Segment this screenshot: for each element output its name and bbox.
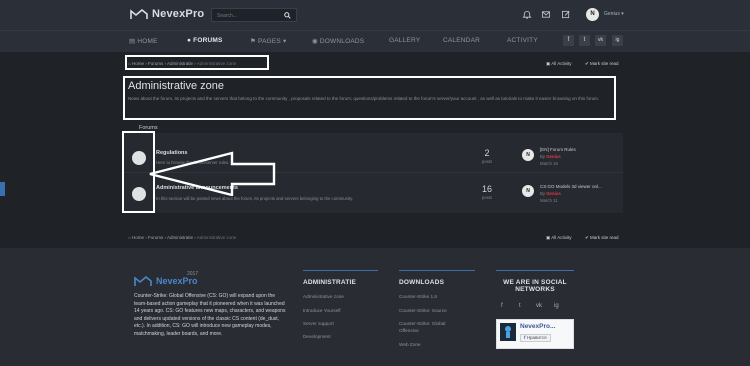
last-post-author: By Genius [540, 191, 561, 196]
breadcrumb-administratie[interactable]: Administratie [167, 235, 193, 240]
footer-logo-icon[interactable] [134, 276, 152, 287]
last-post-date: March 11 [540, 198, 558, 203]
page-thumbnail [500, 323, 516, 341]
breadcrumb-home[interactable]: Home [132, 61, 144, 66]
bell-icon[interactable] [522, 10, 532, 19]
footer-link[interactable]: Counter-Strike 1.6 [399, 294, 437, 300]
footer-facebook-icon[interactable]: f [501, 303, 503, 309]
breadcrumb-current: Administrative zone [196, 61, 237, 66]
column-accent-line [496, 270, 574, 271]
last-poster-avatar[interactable]: N [522, 149, 534, 161]
post-count: 16 [481, 184, 492, 194]
post-count-label: posts [481, 195, 493, 200]
pages-icon: ⚑ [250, 38, 257, 45]
column-accent-line [303, 270, 378, 271]
mark-site-read-link[interactable]: ✔ Mark site read [585, 235, 619, 241]
cs-logo-icon [505, 326, 511, 338]
breadcrumb-forums[interactable]: Forums [148, 61, 163, 66]
nav-downloads[interactable]: ◉ DOWNLOADS [312, 37, 364, 45]
breadcrumb-current: Administrative zone [196, 235, 237, 240]
breadcrumb-forums[interactable]: Forums [148, 235, 163, 240]
footer-twitter-icon[interactable]: t [519, 303, 521, 309]
footer-link[interactable]: Introduce Yourself [303, 308, 341, 314]
last-post-title[interactable]: CS:GO Models 3d viewer onl... [540, 184, 602, 189]
nav-calendar[interactable]: CALENDAR [443, 37, 480, 44]
home-icon: ▤ [129, 38, 136, 45]
annotation-arrow [149, 151, 276, 196]
breadcrumb-home[interactable]: Home [132, 235, 144, 240]
edit-icon[interactable] [561, 10, 571, 19]
breadcrumb-administratie[interactable]: Administratie [167, 61, 193, 66]
all-activity-link[interactable]: ▣ All Activity [546, 61, 572, 67]
footer-link[interactable]: Offensive [399, 328, 419, 334]
facebook-icon[interactable]: f [563, 35, 574, 46]
all-activity-link[interactable]: ▣ All Activity [546, 235, 572, 241]
check-icon: ✔ [585, 61, 589, 66]
brand-name[interactable]: NevexPro [152, 8, 204, 20]
last-post-user[interactable]: Genius [546, 154, 561, 159]
chevron-down-icon: ▾ [621, 11, 624, 17]
main-nav [0, 30, 750, 52]
post-count-label: posts [481, 159, 493, 164]
footer-vk-icon[interactable]: vk [536, 303, 542, 309]
footer-link[interactable]: Web Zone [399, 342, 421, 348]
facebook-like-widget[interactable]: NevexPro... f Нравится [496, 319, 574, 349]
page-description: News about the forum, its projects and t… [128, 96, 600, 101]
footer-link[interactable]: Counter-Strike: Global [399, 321, 445, 327]
check-icon: ✔ [585, 235, 589, 240]
comments-icon: ● [187, 37, 192, 44]
last-post-title[interactable]: [EN] Forum Rules [540, 147, 576, 152]
side-tab-handle[interactable] [0, 182, 5, 196]
footer-heading-downloads: DOWNLOADS [399, 279, 445, 286]
footer-link[interactable]: Counter-Strike: Source [399, 308, 447, 314]
instagram-icon[interactable]: ig [612, 35, 623, 46]
twitter-icon[interactable]: t [579, 35, 590, 46]
fb-page-title[interactable]: NevexPro... [520, 323, 555, 330]
top-header [0, 0, 750, 30]
download-icon: ◉ [312, 38, 318, 45]
last-post-author: By Genius [540, 154, 561, 159]
nav-pages[interactable]: ⚑ PAGES ▾ [250, 37, 286, 45]
footer-heading-social: WE ARE IN SOCIAL NETWORKS [503, 279, 567, 293]
footer-link[interactable]: Server support [303, 321, 334, 327]
last-post-user[interactable]: Genius [546, 191, 561, 196]
column-accent-line [399, 270, 475, 271]
home-icon: ⌂ [128, 235, 131, 240]
chevron-down-icon: ▾ [282, 38, 287, 45]
home-icon: ⌂ [128, 61, 131, 66]
user-avatar[interactable]: N [586, 8, 599, 21]
footer-year: 2017 [187, 271, 199, 277]
nav-gallery[interactable]: GALLERY [389, 37, 420, 44]
search-icon[interactable] [284, 12, 291, 19]
footer-link[interactable]: Development [303, 334, 331, 340]
footer-heading-administratie: ADMINISTRATIE [303, 279, 357, 286]
footer [0, 248, 750, 366]
footer-about-text: Counter-Strike: Global Offensive (CS: GO… [134, 293, 286, 337]
breadcrumb: ⌂ Home › Forums › Administratie › Admini… [128, 61, 237, 66]
footer-brand[interactable]: NevexPro [156, 276, 198, 286]
mail-icon[interactable] [541, 10, 551, 19]
nav-forums[interactable]: ● FORUMS [187, 37, 223, 44]
search-box[interactable] [211, 8, 297, 22]
footer-link[interactable]: Administrative zone [303, 294, 344, 300]
fb-like-button[interactable]: f Нравится [520, 334, 551, 342]
forum-description: In this section will be posted news abou… [156, 196, 354, 201]
vk-icon[interactable]: vk [595, 35, 606, 46]
nav-home[interactable]: ▤ HOME [129, 37, 158, 45]
username-label: Genius [604, 11, 620, 17]
last-post-date: March 16 [540, 161, 558, 166]
nav-activity[interactable]: ACTIVITY [507, 37, 538, 44]
page-title: Administrative zone [128, 80, 224, 92]
breadcrumb-bottom: ⌂ Home › Forums › Administratie › Admini… [128, 235, 237, 240]
user-menu[interactable]: Genius ▾ [604, 11, 624, 17]
facebook-icon: f [524, 335, 526, 340]
mark-site-read-link[interactable]: ✔ Mark site read [585, 61, 619, 67]
post-count: 2 [484, 148, 490, 158]
rss-icon: ▣ [546, 61, 551, 66]
rss-icon: ▣ [546, 235, 551, 240]
brand-logo-icon[interactable] [130, 9, 148, 20]
footer-instagram-icon[interactable]: ig [554, 303, 559, 309]
last-poster-avatar[interactable]: N [522, 185, 534, 197]
search-input[interactable] [217, 11, 277, 20]
